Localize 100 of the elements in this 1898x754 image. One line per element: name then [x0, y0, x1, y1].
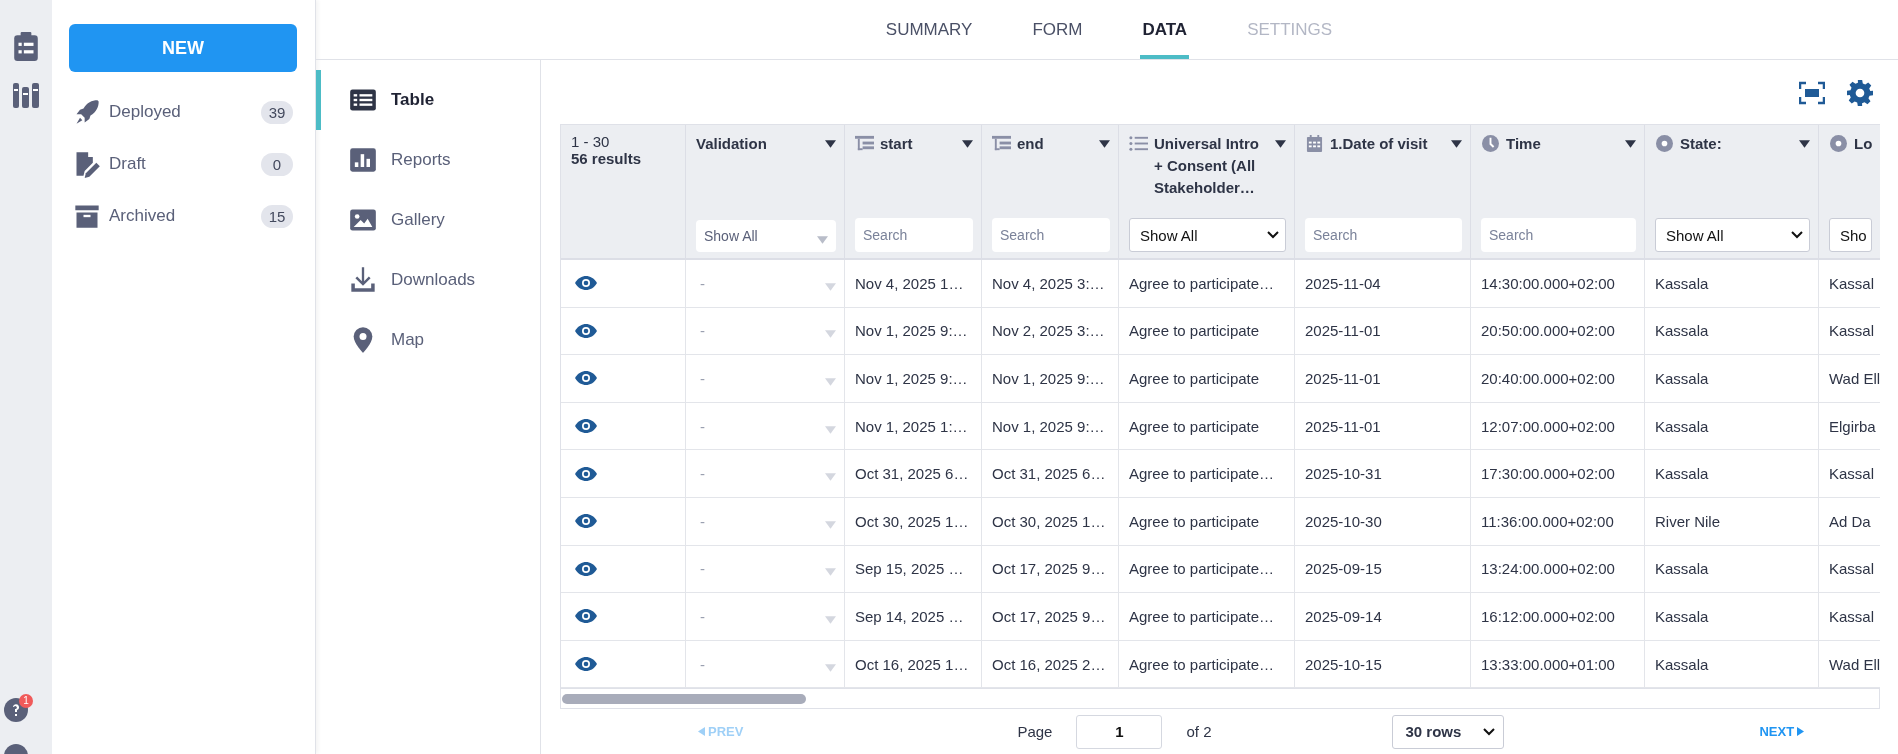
table-cell: 2025-09-14: [1295, 593, 1471, 641]
table-cell: Agree to participate: [1119, 497, 1295, 546]
view-icon[interactable]: [575, 657, 597, 672]
column-header[interactable]: end: [1017, 133, 1093, 155]
table-cell: Kassal: [1819, 545, 1880, 594]
validation-status: -: [700, 465, 705, 483]
chevron-down-icon: [1791, 231, 1803, 239]
table-cell: Nov 1, 2025 9:…: [845, 307, 982, 356]
column-header[interactable]: Lo: [1854, 133, 1873, 155]
view-icon[interactable]: [575, 609, 597, 624]
tab[interactable]: FORM: [1030, 0, 1085, 59]
clock-icon: [1481, 135, 1500, 152]
table-cell: 2025-10-31: [1295, 450, 1471, 498]
table-cell: 2025-11-01: [1295, 402, 1471, 451]
tab[interactable]: SUMMARY: [883, 0, 975, 59]
view-icon[interactable]: [575, 419, 597, 434]
dropdown-caret-icon: [825, 330, 836, 339]
table-cell: Agree to participate…: [1119, 260, 1295, 308]
radio-icon: [1655, 135, 1674, 152]
count-badge: 39: [261, 100, 293, 124]
scrollbar-thumb[interactable]: [562, 693, 806, 704]
column-header[interactable]: Time: [1506, 133, 1619, 155]
table-cell: Oct 31, 2025 6…: [845, 450, 982, 498]
filter-select[interactable]: Show All: [1129, 218, 1286, 252]
table-cell: Kassal: [1819, 307, 1880, 356]
sort-caret-icon: [825, 140, 836, 148]
clipboard-icon[interactable]: [13, 32, 39, 62]
nav-item[interactable]: Gallery: [316, 190, 540, 250]
table-cell: Agree to participate…: [1119, 640, 1295, 689]
table-cell: Nov 4, 2025 3:…: [982, 260, 1119, 308]
table-cell: 2025-11-04: [1295, 260, 1471, 308]
table-cell: 17:30:00.000+02:00: [1471, 450, 1645, 498]
column-header[interactable]: 1.Date of visit: [1330, 133, 1445, 155]
search-field[interactable]: Search: [855, 218, 973, 252]
sort-caret-icon: [1275, 140, 1286, 148]
table-cell: Kassala: [1645, 355, 1819, 403]
search-field[interactable]: Search: [1481, 218, 1636, 252]
table-cell: Oct 17, 2025 9…: [982, 593, 1119, 641]
view-icon[interactable]: [575, 371, 597, 386]
table-cell: Agree to participate…: [1119, 545, 1295, 594]
dropdown-caret-icon: [825, 378, 836, 386]
dropdown-caret-icon: [825, 663, 836, 672]
table-cell: Oct 30, 2025 1…: [982, 497, 1119, 546]
filter-select[interactable]: Sho: [1829, 218, 1872, 252]
settings-icon[interactable]: [1847, 80, 1873, 106]
table-cell: 13:33:00.000+01:00: [1471, 640, 1645, 689]
table-cell: Oct 17, 2025 9…: [982, 545, 1119, 594]
view-icon[interactable]: [575, 276, 597, 291]
result-count: 56 results: [571, 150, 643, 167]
sort-caret-icon: [1799, 140, 1810, 148]
table-cell: Kassala: [1645, 545, 1819, 594]
table-cell: Oct 31, 2025 6…: [982, 450, 1119, 498]
table-cell: Nov 4, 2025 1…: [845, 260, 982, 308]
sidebar-item[interactable]: Archived: [109, 206, 261, 226]
fullscreen-icon[interactable]: [1799, 80, 1825, 106]
column-header[interactable]: Validation: [696, 133, 819, 155]
search-field[interactable]: Search: [992, 218, 1110, 252]
nav-item[interactable]: Reports: [316, 130, 540, 190]
table-cell: Oct 16, 2025 2…: [982, 640, 1119, 689]
sort-caret-icon: [1451, 140, 1462, 148]
bar-chart-icon: [349, 146, 377, 174]
table-cell: 13:24:00.000+02:00: [1471, 545, 1645, 594]
search-field[interactable]: Search: [1305, 218, 1462, 252]
count-badge: 0: [261, 152, 293, 176]
column-header[interactable]: start: [880, 133, 956, 155]
validation-status: -: [700, 370, 705, 387]
table-cell: Kassala: [1645, 260, 1819, 308]
tab[interactable]: DATA: [1140, 0, 1190, 59]
nav-item[interactable]: Downloads: [316, 250, 540, 310]
view-icon[interactable]: [575, 561, 597, 576]
view-icon[interactable]: [575, 323, 597, 338]
table-cell: 2025-10-15: [1295, 640, 1471, 689]
validation-status: -: [700, 655, 705, 673]
table-cell: 11:36:00.000+02:00: [1471, 497, 1645, 546]
table-cell: 2025-09-15: [1295, 545, 1471, 594]
nav-item[interactable]: Table: [316, 70, 540, 130]
column-header[interactable]: State:: [1680, 133, 1793, 155]
column-header[interactable]: Universal Intro + Consent (All Stakeholder…: [1154, 133, 1269, 199]
filter-select[interactable]: Show All: [1655, 218, 1810, 252]
sort-caret-icon: [962, 140, 973, 148]
view-icon[interactable]: [575, 466, 597, 481]
table-cell: Agree to participate…: [1119, 593, 1295, 641]
sidebar-item[interactable]: Deployed: [109, 102, 261, 122]
list-icon: [1129, 135, 1148, 152]
books-icon[interactable]: [13, 80, 39, 110]
dropdown-caret-icon: [817, 235, 828, 244]
nav-item[interactable]: Map: [316, 310, 540, 370]
filter-dropdown[interactable]: Show All: [696, 220, 836, 252]
sidebar-item[interactable]: Draft: [109, 154, 261, 174]
rows-per-page-select[interactable]: 30 rows: [1392, 714, 1505, 749]
view-icon[interactable]: [575, 514, 597, 529]
table-cell: Kassala: [1645, 307, 1819, 356]
text-field-icon: [992, 135, 1011, 152]
table-cell: Wad Ell: [1819, 640, 1880, 689]
table-cell: 14:30:00.000+02:00: [1471, 260, 1645, 308]
avatar-icon[interactable]: [4, 744, 28, 754]
page-input[interactable]: 1: [1076, 714, 1163, 749]
page-total: of 2: [1186, 723, 1212, 741]
validation-status: -: [700, 417, 705, 435]
right-triangle-icon: [1797, 727, 1805, 737]
